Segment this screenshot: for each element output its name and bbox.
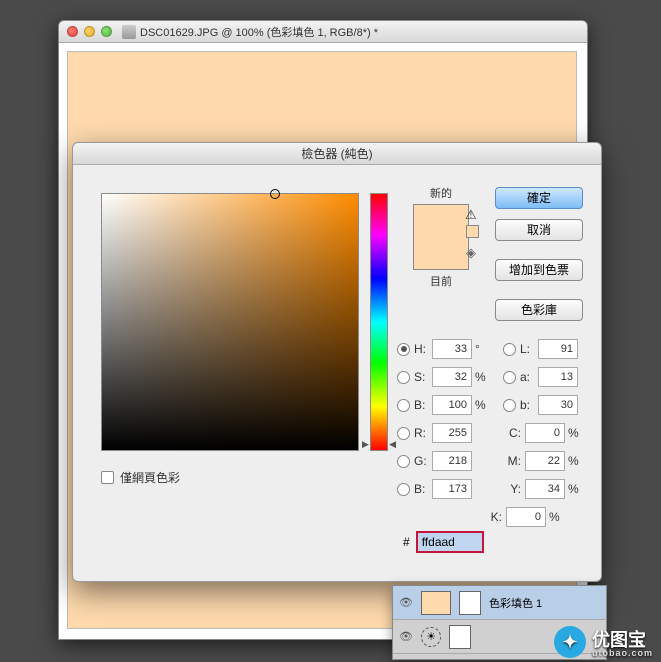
brightness-icon[interactable]: ☀ bbox=[421, 627, 441, 647]
add-swatch-button[interactable]: 增加到色票 bbox=[495, 259, 583, 281]
s-input[interactable]: 32 bbox=[432, 367, 472, 387]
k-input[interactable]: 0 bbox=[506, 507, 546, 527]
c-unit: % bbox=[568, 426, 579, 440]
lab-b-label: b: bbox=[520, 398, 538, 412]
g-label: G: bbox=[414, 454, 432, 468]
ok-button[interactable]: 確定 bbox=[495, 187, 583, 209]
visibility-icon[interactable]: 👁 bbox=[399, 596, 413, 609]
m-label: M: bbox=[503, 454, 521, 468]
bird-icon: ✦ bbox=[554, 626, 586, 658]
document-titlebar[interactable]: DSC01629.JPG @ 100% (色彩填色 1, RGB/8*) * bbox=[59, 21, 587, 43]
bb-radio[interactable] bbox=[397, 483, 410, 496]
watermark: ✦ 优图宝 utobao.com bbox=[554, 626, 653, 658]
bb-input[interactable]: 173 bbox=[432, 479, 472, 499]
c-label: C: bbox=[503, 426, 521, 440]
document-icon bbox=[122, 25, 136, 39]
layer-thumb[interactable] bbox=[421, 591, 451, 615]
layer-mask[interactable] bbox=[459, 591, 481, 615]
current-color[interactable] bbox=[414, 237, 468, 269]
y-label: Y: bbox=[503, 482, 521, 496]
l-radio[interactable] bbox=[503, 343, 516, 356]
minimize-icon[interactable] bbox=[84, 26, 95, 37]
color-preview-swatch[interactable] bbox=[413, 204, 469, 270]
a-label: a: bbox=[520, 370, 538, 384]
document-title: DSC01629.JPG @ 100% (色彩填色 1, RGB/8*) * bbox=[140, 24, 378, 40]
saturation-brightness-field[interactable] bbox=[101, 193, 359, 451]
h-radio[interactable] bbox=[397, 343, 410, 356]
r-label: R: bbox=[414, 426, 432, 440]
visibility-icon[interactable]: 👁 bbox=[399, 630, 413, 643]
a-radio[interactable] bbox=[503, 371, 516, 384]
new-color[interactable] bbox=[414, 205, 468, 237]
h-unit: ° bbox=[475, 342, 491, 356]
checkbox-icon[interactable] bbox=[101, 471, 114, 484]
l-input[interactable]: 91 bbox=[538, 339, 578, 359]
new-color-label: 新的 bbox=[401, 185, 481, 201]
h-input[interactable]: 33 bbox=[432, 339, 472, 359]
r-radio[interactable] bbox=[397, 427, 410, 440]
window-controls bbox=[67, 26, 112, 37]
layer-name[interactable]: 色彩填色 1 bbox=[489, 595, 542, 611]
zoom-icon[interactable] bbox=[101, 26, 112, 37]
web-colors-only-label: 僅網頁色彩 bbox=[120, 469, 180, 486]
m-input[interactable]: 22 bbox=[525, 451, 565, 471]
hue-slider-thumb-icon[interactable]: ▶◀ bbox=[362, 439, 396, 449]
y-unit: % bbox=[568, 482, 579, 496]
sb-cursor-icon[interactable] bbox=[270, 189, 280, 199]
watermark-name: 优图宝 bbox=[592, 630, 646, 650]
websafe-warning-icon[interactable]: ◈ bbox=[466, 245, 479, 258]
current-color-label: 目前 bbox=[401, 273, 481, 289]
close-icon[interactable] bbox=[67, 26, 78, 37]
m-unit: % bbox=[568, 454, 579, 468]
bb-label: B: bbox=[414, 482, 432, 496]
r-input[interactable]: 255 bbox=[432, 423, 472, 443]
color-libraries-button[interactable]: 色彩庫 bbox=[495, 299, 583, 321]
hex-input[interactable]: ffdaad bbox=[416, 531, 484, 553]
l-label: L: bbox=[520, 342, 538, 356]
g-radio[interactable] bbox=[397, 455, 410, 468]
gamut-warning-swatch[interactable] bbox=[466, 225, 479, 238]
hue-slider[interactable] bbox=[370, 193, 388, 451]
b-radio[interactable] bbox=[397, 399, 410, 412]
b-label: B: bbox=[414, 398, 432, 412]
s-unit: % bbox=[475, 370, 491, 384]
b-unit: % bbox=[475, 398, 491, 412]
b-input[interactable]: 100 bbox=[432, 395, 472, 415]
watermark-url: utobao.com bbox=[592, 648, 653, 658]
picker-title[interactable]: 檢色器 (純色) bbox=[73, 143, 601, 165]
color-picker-dialog: 檢色器 (純色) ▶◀ 新的 目前 ⚠ ◈ 確定 取消 增加到色票 色彩庫 僅網… bbox=[72, 142, 602, 582]
s-radio[interactable] bbox=[397, 371, 410, 384]
k-label: K: bbox=[484, 510, 502, 524]
hex-hash-label: # bbox=[403, 535, 410, 549]
c-input[interactable]: 0 bbox=[525, 423, 565, 443]
layer-mask[interactable] bbox=[449, 625, 471, 649]
gamut-warning-icon[interactable]: ⚠ bbox=[465, 207, 477, 223]
cancel-button[interactable]: 取消 bbox=[495, 219, 583, 241]
g-input[interactable]: 218 bbox=[432, 451, 472, 471]
k-unit: % bbox=[549, 510, 560, 524]
lab-b-radio[interactable] bbox=[503, 399, 516, 412]
lab-b-input[interactable]: 30 bbox=[538, 395, 578, 415]
s-label: S: bbox=[414, 370, 432, 384]
y-input[interactable]: 34 bbox=[525, 479, 565, 499]
web-colors-only-checkbox[interactable]: 僅網頁色彩 bbox=[101, 469, 180, 486]
a-input[interactable]: 13 bbox=[538, 367, 578, 387]
h-label: H: bbox=[414, 342, 432, 356]
layer-row-solid-fill[interactable]: 👁 色彩填色 1 bbox=[393, 586, 606, 620]
